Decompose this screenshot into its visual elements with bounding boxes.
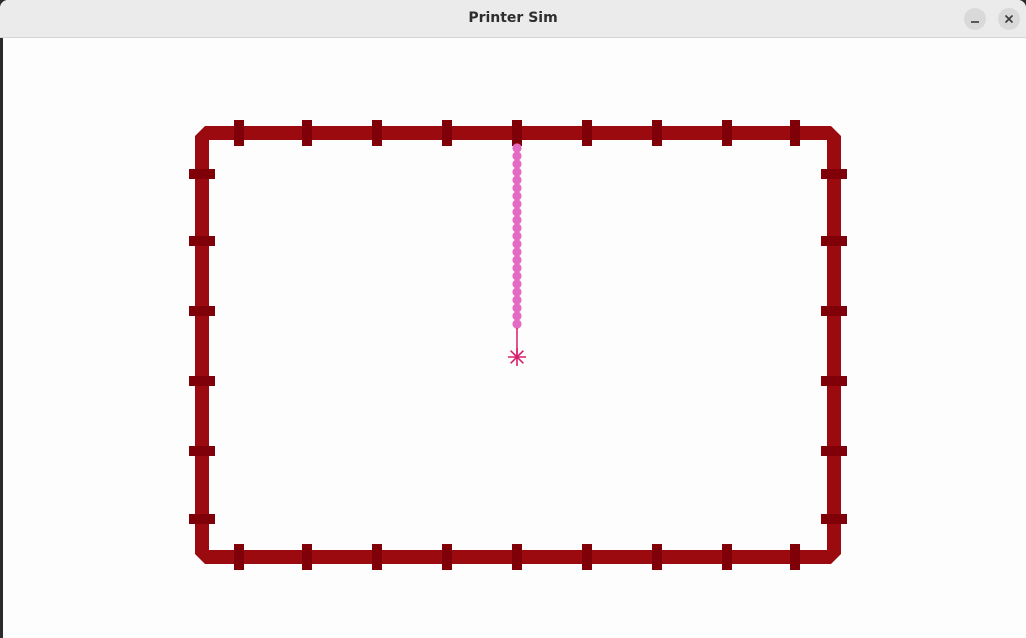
simulation-canvas[interactable] <box>0 38 1026 638</box>
frame-tab-top <box>442 120 452 146</box>
frame-tab-right <box>821 306 847 316</box>
printed-dot <box>512 151 522 161</box>
frame-tab-top <box>582 120 592 146</box>
printed-dot <box>512 247 522 257</box>
printed-dot <box>512 175 522 185</box>
frame-tab-bottom <box>652 544 662 570</box>
frame-tab-top <box>234 120 244 146</box>
printed-dot <box>512 183 522 193</box>
close-button[interactable] <box>998 8 1020 30</box>
frame-tab-left <box>189 169 215 179</box>
printed-dot <box>512 295 522 305</box>
frame-tab-left <box>189 306 215 316</box>
desktop-edge <box>0 38 3 638</box>
printed-dot <box>512 311 522 321</box>
close-icon <box>1004 14 1014 24</box>
frame-tab-right <box>821 446 847 456</box>
frame-tab-left <box>189 514 215 524</box>
printed-dot <box>512 287 522 297</box>
printed-dot <box>512 319 522 329</box>
frame-tab-bottom <box>722 544 732 570</box>
printed-dot <box>512 143 522 153</box>
frame-tab-top <box>790 120 800 146</box>
frame-tab-right <box>821 169 847 179</box>
printed-dot <box>512 159 522 169</box>
title-bar[interactable]: Printer Sim <box>0 0 1026 38</box>
frame-tab-left <box>189 376 215 386</box>
frame-tab-top <box>722 120 732 146</box>
printed-dot <box>512 239 522 249</box>
frame-tab-top <box>372 120 382 146</box>
frame-tab-top <box>512 120 522 146</box>
printed-dot <box>512 271 522 281</box>
frame-tab-right <box>821 236 847 246</box>
frame-tab-bottom <box>372 544 382 570</box>
frame-tab-bottom <box>302 544 312 570</box>
frame-tab-left <box>189 236 215 246</box>
frame-tab-top <box>652 120 662 146</box>
printed-dot <box>512 191 522 201</box>
asterisk-crosshair-icon <box>508 348 526 366</box>
printed-dot <box>512 303 522 313</box>
frame-tab-bottom <box>790 544 800 570</box>
printed-dot <box>512 255 522 265</box>
window-title: Printer Sim <box>468 10 558 26</box>
frame-tab-bottom <box>234 544 244 570</box>
frame-tab-right <box>821 376 847 386</box>
frame-tab-bottom <box>582 544 592 570</box>
frame-tab-bottom <box>512 544 522 570</box>
printed-dot <box>512 167 522 177</box>
printed-dot <box>512 215 522 225</box>
frame-tab-top <box>302 120 312 146</box>
printer-visualization <box>189 120 847 570</box>
app-window: Printer Sim <box>0 0 1026 638</box>
printed-dot <box>512 231 522 241</box>
print-path <box>512 143 522 329</box>
printed-dot <box>512 223 522 233</box>
printed-dot <box>512 263 522 273</box>
printed-dot <box>512 199 522 209</box>
minimize-button[interactable] <box>964 8 986 30</box>
frame-tab-right <box>821 514 847 524</box>
printed-dot <box>512 279 522 289</box>
minimize-icon <box>971 21 979 23</box>
frame-tab-left <box>189 446 215 456</box>
frame-tab-bottom <box>442 544 452 570</box>
printed-dot <box>512 207 522 217</box>
